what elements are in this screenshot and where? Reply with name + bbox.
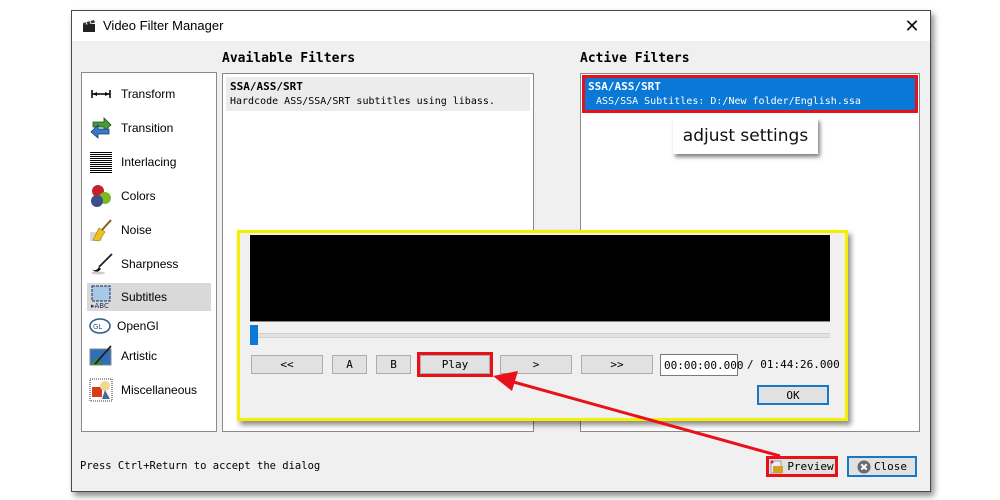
preview-panel: << A B Play > >> 00:00:00.000 / 01:44:26… — [237, 230, 848, 421]
title-bar: Video Filter Manager ✕ — [72, 11, 930, 41]
total-duration: / 01:44:26.000 — [747, 358, 840, 371]
category-opengl[interactable]: GL OpenGl — [87, 313, 211, 339]
preview-label: Preview — [787, 460, 834, 473]
miscellaneous-icon — [89, 378, 113, 402]
category-noise[interactable]: Noise — [87, 217, 211, 243]
sharpness-icon — [91, 253, 113, 275]
available-filter-item[interactable]: SSA/ASS/SRT Hardcode ASS/SSA/SRT subtitl… — [226, 77, 530, 111]
mark-a-button[interactable]: A — [332, 355, 367, 374]
adjust-settings-callout: adjust settings — [673, 118, 818, 154]
preview-button[interactable]: Preview — [766, 456, 838, 477]
filter-name: SSA/ASS/SRT — [588, 80, 661, 93]
artistic-icon — [89, 345, 112, 366]
close-label: Close — [873, 460, 908, 473]
clapperboard-icon — [83, 20, 95, 32]
mark-b-button[interactable]: B — [376, 355, 411, 374]
interlacing-icon — [90, 152, 112, 173]
seek-slider-thumb[interactable] — [250, 325, 258, 345]
video-preview-area — [250, 235, 830, 322]
active-filter-item[interactable]: SSA/ASS/SRT ASS/SSA Subtitles: D:/New fo… — [582, 75, 918, 113]
category-label: Subtitles — [121, 290, 168, 304]
filter-category-list[interactable]: Transform Transition Interlacing Colors … — [81, 72, 217, 432]
category-label: Artistic — [121, 349, 157, 363]
category-transition[interactable]: Transition — [87, 115, 211, 141]
rewind-button[interactable]: << — [251, 355, 323, 374]
preview-icon — [770, 460, 784, 473]
transition-icon — [90, 117, 112, 139]
available-filters-title: Available Filters — [222, 51, 356, 66]
transform-icon — [91, 90, 111, 98]
filter-description: Hardcode ASS/SSA/SRT subtitles using lib… — [230, 96, 495, 107]
play-button[interactable]: Play — [417, 352, 493, 377]
colors-icon — [91, 185, 111, 207]
next-frame-button[interactable]: > — [500, 355, 572, 374]
window-close-button[interactable]: ✕ — [902, 16, 922, 36]
current-time-input[interactable]: 00:00:00.000 — [660, 354, 743, 376]
category-label: Interlacing — [121, 155, 177, 169]
status-hint: Press Ctrl+Return to accept the dialog — [80, 460, 321, 472]
category-label: Noise — [121, 223, 152, 237]
category-sharpness[interactable]: Sharpness — [87, 251, 211, 277]
category-colors[interactable]: Colors — [87, 183, 211, 209]
noise-icon — [90, 219, 112, 242]
close-button[interactable]: Close — [847, 456, 917, 477]
close-circle-icon — [857, 460, 871, 473]
category-interlacing[interactable]: Interlacing — [87, 149, 211, 175]
category-label: Transition — [121, 121, 174, 135]
category-label: Transform — [121, 87, 176, 101]
category-label: Miscellaneous — [121, 383, 198, 397]
forward-button[interactable]: >> — [581, 355, 653, 374]
window-title: Video Filter Manager — [103, 18, 224, 33]
opengl-icon: GL — [89, 318, 111, 334]
category-transform[interactable]: Transform — [87, 81, 211, 107]
category-label: OpenGl — [117, 319, 159, 333]
category-label: Sharpness — [121, 257, 179, 271]
subtitles-icon: ▸ABC — [91, 285, 111, 309]
svg-text:GL: GL — [93, 323, 102, 331]
filter-description: ASS/SSA Subtitles: D:/New folder/English… — [596, 96, 861, 107]
category-subtitles[interactable]: ▸ABC Subtitles — [87, 283, 211, 311]
svg-text:▸ABC: ▸ABC — [91, 302, 109, 309]
category-miscellaneous[interactable]: Miscellaneous — [87, 377, 211, 403]
category-label: Colors — [121, 189, 156, 203]
ok-button[interactable]: OK — [757, 385, 829, 405]
category-artistic[interactable]: Artistic — [87, 343, 211, 369]
filter-name: SSA/ASS/SRT — [230, 80, 303, 93]
active-filters-title: Active Filters — [580, 51, 690, 66]
seek-slider-track[interactable] — [250, 333, 830, 338]
